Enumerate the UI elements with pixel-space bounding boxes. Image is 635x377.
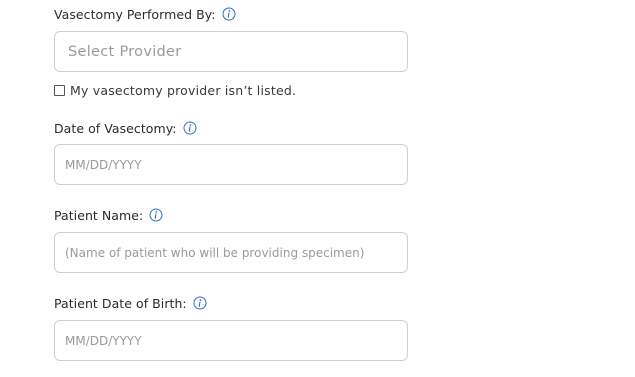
info-icon[interactable] <box>149 208 163 222</box>
patient-name-input[interactable] <box>65 245 397 260</box>
provider-not-listed-label[interactable]: My vasectomy provider isn’t listed. <box>70 83 296 98</box>
vasectomy-date-field[interactable] <box>54 144 408 185</box>
provider-select[interactable]: Select Provider <box>54 31 408 72</box>
patient-name-label-row: Patient Name: <box>54 207 163 223</box>
patient-name-field[interactable] <box>54 232 408 273</box>
provider-select-placeholder: Select Provider <box>68 43 182 60</box>
info-icon[interactable] <box>222 7 236 21</box>
vasectomy-date-label-row: Date of Vasectomy: <box>54 120 197 136</box>
vasectomy-date-input[interactable] <box>65 157 397 172</box>
patient-name-label: Patient Name: <box>54 207 144 223</box>
vasectomy-date-label: Date of Vasectomy: <box>54 120 177 136</box>
patient-dob-label: Patient Date of Birth: <box>54 295 187 311</box>
vasectomy-form: Vasectomy Performed By: Select Provider … <box>0 0 635 377</box>
provider-label-row: Vasectomy Performed By: <box>54 6 236 22</box>
provider-not-listed-checkbox[interactable] <box>54 84 65 96</box>
provider-not-listed-row: My vasectomy provider isn’t listed. <box>54 82 296 98</box>
patient-dob-label-row: Patient Date of Birth: <box>54 295 207 311</box>
patient-dob-field[interactable] <box>54 320 408 361</box>
info-icon[interactable] <box>193 296 207 310</box>
provider-label: Vasectomy Performed By: <box>54 6 216 22</box>
info-icon[interactable] <box>183 121 197 135</box>
patient-dob-input[interactable] <box>65 333 397 348</box>
